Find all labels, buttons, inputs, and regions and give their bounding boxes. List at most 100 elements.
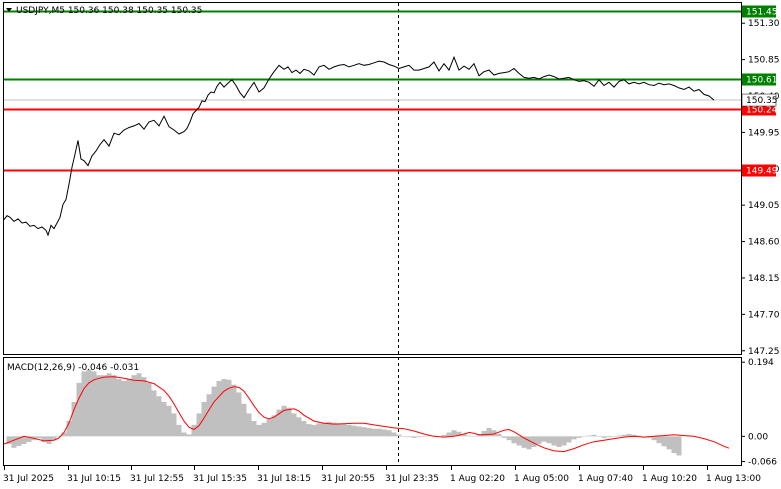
price-tick-label: 148.15 (748, 274, 780, 284)
macd-histogram-bar (381, 429, 387, 437)
macd-histogram-bar (331, 422, 337, 437)
time-tick-label: 31 Jul 20:55 (321, 474, 375, 484)
macd-histogram-bar (316, 423, 322, 437)
macd-histogram-bar (286, 407, 292, 437)
time-tick-label: 1 Aug 02:20 (450, 474, 505, 484)
time-tick-label: 1 Aug 10:20 (642, 474, 697, 484)
macd-tick-label: -0.066 (748, 458, 777, 468)
macd-histogram-bar (336, 423, 342, 437)
macd-histogram-bar (136, 373, 142, 437)
macd-histogram-bar (166, 405, 172, 437)
macd-tick-label: 0.00 (748, 432, 768, 442)
macd-histogram-bar (516, 436, 522, 446)
macd-histogram-bar (291, 413, 297, 437)
macd-histogram-bar (581, 436, 587, 437)
macd-histogram-bar (501, 436, 507, 438)
macd-histogram-bar (106, 373, 112, 437)
chart-title: USDJPY,M5 150.36 150.38 150.35 150.35 (16, 6, 202, 16)
macd-histogram-bar (201, 401, 207, 437)
macd-histogram-bar (361, 427, 367, 437)
macd-histogram-bar (301, 421, 307, 437)
macd-histogram-bar (416, 436, 422, 438)
macd-histogram-bar (396, 434, 402, 437)
time-tick-label: 31 Jul 23:35 (385, 474, 439, 484)
macd-histogram-bar (266, 419, 272, 437)
macd-histogram-bar (111, 375, 117, 437)
horizontal-levels[interactable] (4, 10, 741, 172)
macd-histogram-bar (86, 369, 92, 437)
macd-histogram-bar (356, 426, 362, 437)
macd-histogram-bar (421, 436, 427, 437)
macd-histogram-bar (241, 403, 247, 437)
macd-histogram-bar (486, 427, 492, 437)
time-tick-label: 31 Jul 12:55 (130, 474, 184, 484)
price-axis: 151.30150.85150.40149.95149.50149.05148.… (741, 19, 780, 357)
macd-histogram-bar (471, 436, 477, 437)
macd-histogram-bar (601, 436, 607, 438)
macd-histogram-bar (621, 434, 627, 437)
macd-histogram-bar (661, 436, 667, 447)
macd-histogram-bar (531, 436, 537, 448)
macd-histogram-bar (411, 436, 417, 438)
price-line (3, 55, 715, 237)
current-price-label: 150.35 (746, 96, 778, 106)
level-tag-label: 149.49 (746, 167, 778, 177)
macd-histogram-bar (261, 422, 267, 437)
price-tick-label: 147.25 (748, 347, 780, 357)
macd-axis: 0.194 0.00 -0.066 (741, 358, 777, 468)
macd-histogram-bar (666, 436, 672, 450)
macd-histogram-bar (571, 436, 577, 440)
level-tag-label: 151.45 (746, 8, 778, 18)
macd-histogram-bar (211, 386, 217, 437)
price-plot (3, 55, 715, 237)
macd-histogram-bar (251, 421, 257, 437)
macd-histogram-bar (101, 375, 107, 437)
macd-histogram-bar (676, 436, 682, 456)
price-tick-label: 150.85 (748, 56, 780, 66)
macd-histogram-bar (151, 390, 157, 437)
macd-histogram-bar (321, 422, 327, 437)
macd-histogram-bar (386, 430, 392, 437)
macd-histogram-bar (121, 380, 127, 437)
time-tick-label: 31 Jul 10:15 (67, 474, 121, 484)
macd-histogram-bar (76, 382, 82, 437)
macd-histogram-bar (146, 382, 152, 437)
macd-histogram-bar (551, 436, 557, 446)
time-tick-label: 1 Aug 07:40 (578, 474, 633, 484)
macd-histogram-bar (496, 434, 502, 437)
macd-histogram-bar (656, 436, 662, 444)
macd-histogram-bar (176, 424, 182, 437)
macd-histogram-bar (11, 436, 17, 448)
macd-histogram-bar (186, 434, 192, 437)
level-labels: 151.45 150.61 150.24 149.49 150.35 (741, 5, 778, 177)
macd-histogram-bar (271, 415, 277, 437)
macd-histogram-bar (541, 436, 547, 442)
macd-histogram-bar (221, 379, 227, 437)
macd-histogram-bar (81, 371, 87, 437)
level-tag-label: 150.24 (746, 106, 778, 116)
macd-histogram-bar (536, 436, 542, 444)
trading-chart[interactable]: 151.30150.85150.40149.95149.50149.05148.… (0, 0, 781, 489)
macd-histogram-bar (626, 434, 632, 437)
macd-histogram-bar (406, 436, 412, 438)
macd-histogram-bar (616, 435, 622, 437)
macd-histogram-bar (161, 401, 167, 437)
macd-histogram-bar (311, 424, 317, 437)
macd-histogram-bar (511, 436, 517, 444)
macd-histogram-bar (401, 436, 407, 437)
price-tick-label: 147.70 (748, 310, 780, 320)
macd-histogram-bar (96, 375, 102, 437)
macd-histogram-bar (346, 424, 352, 437)
macd-histogram-bar (576, 436, 582, 438)
macd-histogram-bar (246, 413, 252, 437)
macd-histogram-bar (296, 417, 302, 437)
macd-histogram-bar (236, 392, 242, 437)
macd-histogram-bar (466, 435, 472, 437)
macd-histogram-bar (546, 436, 552, 444)
macd-label: MACD(12,26,9) -0.046 -0.031 (7, 363, 139, 373)
macd-histogram-bar (366, 427, 372, 437)
macd-histogram-bar (116, 379, 122, 437)
macd-histogram-bar (206, 394, 212, 437)
macd-histogram-bar (181, 432, 187, 437)
time-tick-label: 31 Jul 15:35 (193, 474, 247, 484)
